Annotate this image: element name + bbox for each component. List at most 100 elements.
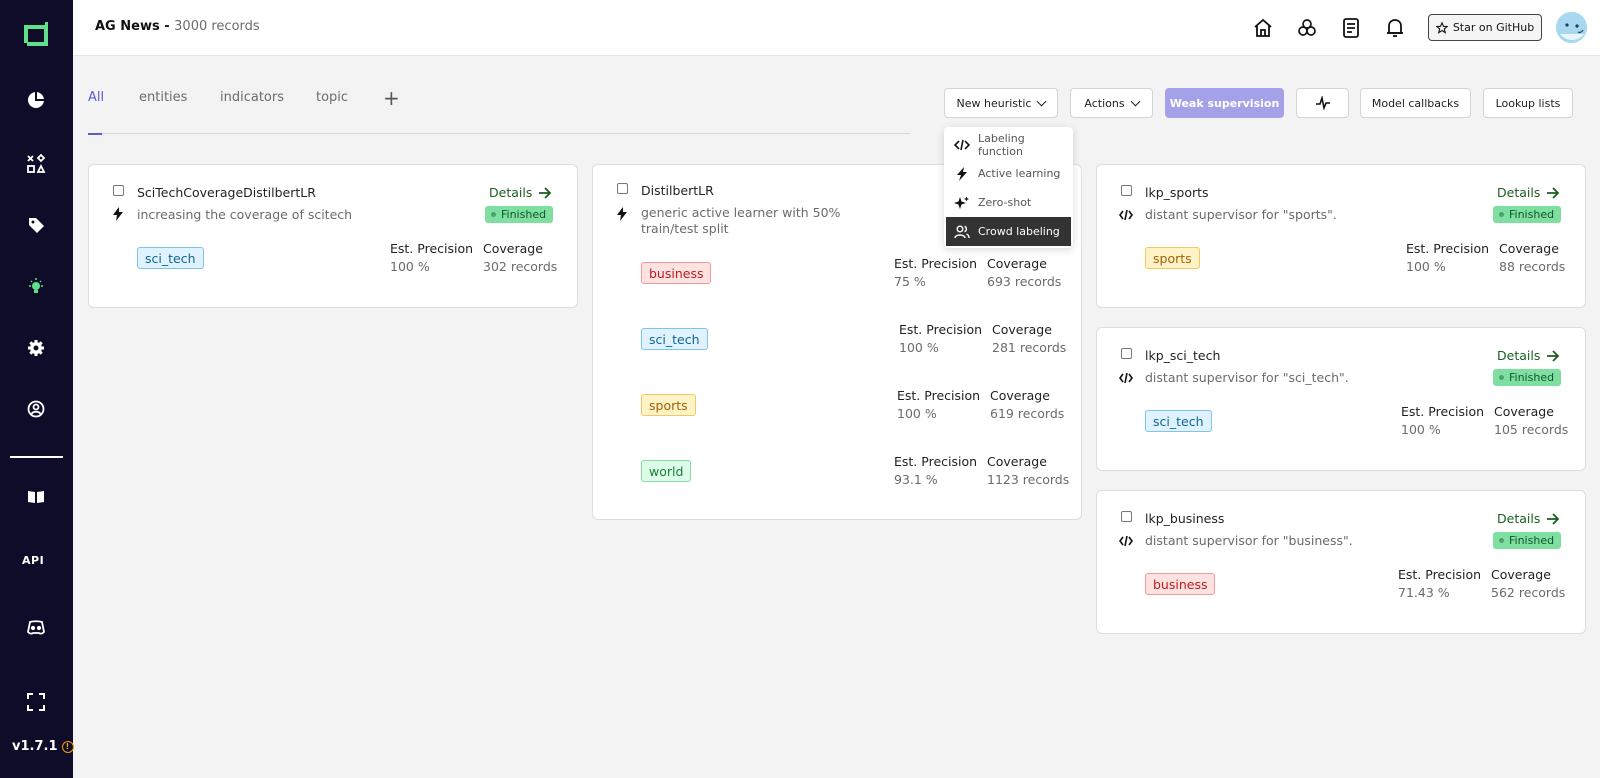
arrow-right-icon xyxy=(1547,512,1560,525)
heuristic-name[interactable]: lkp_business xyxy=(1145,511,1224,526)
est-precision-header: Est. Precision xyxy=(1398,567,1482,582)
coverage-value: 281 records xyxy=(992,340,1067,355)
menu-item-labeling-function[interactable]: Labeling function xyxy=(944,130,1073,159)
status-dot xyxy=(1499,375,1504,380)
status-badge: Finished xyxy=(485,206,554,223)
projects-circles-icon[interactable] xyxy=(1295,16,1319,40)
tab-all[interactable]: All xyxy=(88,90,104,135)
chevron-down-icon xyxy=(1037,96,1047,106)
active-learning-bolt-icon xyxy=(615,207,629,221)
est-precision-header: Est. Precision xyxy=(899,322,983,337)
arrow-right-icon xyxy=(1547,186,1560,199)
heuristic-card[interactable]: lkp_business distant supervisor for "bus… xyxy=(1096,490,1586,634)
details-link[interactable]: Details xyxy=(489,185,552,200)
details-link[interactable]: Details xyxy=(1497,348,1560,363)
bolt-icon xyxy=(957,166,967,181)
overview-icon[interactable] xyxy=(24,88,48,112)
est-precision-value: 75 % xyxy=(894,274,926,289)
est-precision-header: Est. Precision xyxy=(1406,241,1490,256)
details-label: Details xyxy=(1497,511,1541,526)
status-label: Finished xyxy=(1509,534,1555,547)
labeling-icon[interactable] xyxy=(24,152,48,176)
new-heuristic-label: New heuristic xyxy=(956,96,1032,110)
coverage-header: Coverage xyxy=(1494,404,1554,419)
details-link[interactable]: Details xyxy=(1497,185,1560,200)
label-badge: world xyxy=(641,460,692,482)
coverage-value: 88 records xyxy=(1499,259,1566,274)
est-precision-value: 71.43 % xyxy=(1398,585,1450,600)
add-tab-plus-icon[interactable]: + xyxy=(383,86,400,110)
version-indicator[interactable]: v1.7.1 ! xyxy=(12,739,74,754)
label-badge: sports xyxy=(641,394,696,416)
fullscreen-icon[interactable] xyxy=(24,690,48,714)
coverage-header: Coverage xyxy=(483,241,543,256)
distribution-wave-button[interactable] xyxy=(1296,88,1349,118)
coverage-value: 1123 records xyxy=(987,472,1070,487)
settings-gear-icon[interactable] xyxy=(24,336,48,360)
est-precision-value: 100 % xyxy=(899,340,939,355)
heuristic-card[interactable]: lkp_sports distant supervisor for "sport… xyxy=(1096,164,1586,308)
heuristic-name[interactable]: SciTechCoverageDistilbertLR xyxy=(137,185,316,200)
select-checkbox[interactable] xyxy=(1121,348,1132,359)
new-heuristic-button[interactable]: New heuristic xyxy=(944,88,1058,118)
actions-label: Actions xyxy=(1084,96,1125,110)
model-callbacks-button[interactable]: Model callbacks xyxy=(1360,88,1471,118)
select-checkbox[interactable] xyxy=(113,185,124,196)
label-badge: sci_tech xyxy=(641,328,708,350)
star-on-github-button[interactable]: Star on GitHub xyxy=(1428,14,1542,41)
docs-book-icon[interactable] xyxy=(24,485,48,509)
document-icon[interactable] xyxy=(1339,16,1363,40)
version-label: v1.7.1 xyxy=(12,739,58,754)
discord-icon[interactable] xyxy=(24,616,48,640)
coverage-header: Coverage xyxy=(990,388,1050,403)
menu-item-crowd-labeling[interactable]: Crowd labeling xyxy=(946,217,1071,246)
title-separator: - xyxy=(159,19,175,34)
details-label: Details xyxy=(489,185,533,200)
select-checkbox[interactable] xyxy=(1121,511,1132,522)
notifications-bell-icon[interactable] xyxy=(1383,16,1407,40)
arrow-right-icon xyxy=(539,186,552,199)
api-link[interactable]: API xyxy=(22,554,44,567)
heuristic-name[interactable]: lkp_sports xyxy=(1145,185,1209,200)
tab-entities[interactable]: entities xyxy=(139,90,187,134)
labeling-function-code-icon xyxy=(1119,208,1133,222)
select-checkbox[interactable] xyxy=(617,183,628,194)
est-precision-value: 93.1 % xyxy=(894,472,938,487)
kern-logo[interactable] xyxy=(20,18,52,50)
coverage-value: 562 records xyxy=(1491,585,1566,600)
select-checkbox[interactable] xyxy=(1121,185,1132,196)
lookup-lists-button[interactable]: Lookup lists xyxy=(1483,88,1573,118)
menu-item-zero-shot[interactable]: Zero-shot xyxy=(944,188,1073,217)
est-precision-value: 100 % xyxy=(1406,259,1446,274)
label-badge: business xyxy=(641,262,712,284)
heuristic-description: distant supervisor for "sci_tech". xyxy=(1145,370,1349,385)
est-precision-value: 100 % xyxy=(1401,422,1441,437)
coverage-header: Coverage xyxy=(992,322,1052,337)
status-dot xyxy=(1499,212,1504,217)
heuristic-description: generic active learner with 50% train/te… xyxy=(641,205,840,237)
heuristic-name[interactable]: lkp_sci_tech xyxy=(1145,348,1220,363)
tab-topic[interactable]: topic xyxy=(316,90,348,134)
tab-indicators[interactable]: indicators xyxy=(220,90,284,134)
weak-supervision-button[interactable]: Weak supervision xyxy=(1165,88,1284,118)
active-learning-bolt-icon xyxy=(111,207,125,221)
star-icon xyxy=(1435,21,1448,34)
heuristics-bulb-icon[interactable] xyxy=(24,275,48,299)
labeling-function-code-icon xyxy=(1119,371,1133,385)
user-avatar[interactable] xyxy=(1556,12,1587,43)
tag-icon[interactable] xyxy=(24,213,48,237)
actions-button[interactable]: Actions xyxy=(1070,88,1153,118)
heuristic-card[interactable]: lkp_sci_tech distant supervisor for "sci… xyxy=(1096,327,1586,471)
est-precision-header: Est. Precision xyxy=(897,388,981,403)
details-link[interactable]: Details xyxy=(1497,511,1560,526)
code-icon xyxy=(954,139,970,150)
arrow-right-icon xyxy=(1547,349,1560,362)
heuristic-name[interactable]: DistilbertLR xyxy=(641,183,714,198)
heuristic-card[interactable]: SciTechCoverageDistilbertLR increasing t… xyxy=(88,164,578,308)
menu-item-active-learning[interactable]: Active learning xyxy=(944,159,1073,188)
home-icon[interactable] xyxy=(1251,16,1275,40)
user-icon[interactable] xyxy=(24,397,48,421)
label-badge: sports xyxy=(1145,247,1200,269)
description-line: train/test split xyxy=(641,221,729,236)
record-count: 3000 records xyxy=(174,19,260,34)
